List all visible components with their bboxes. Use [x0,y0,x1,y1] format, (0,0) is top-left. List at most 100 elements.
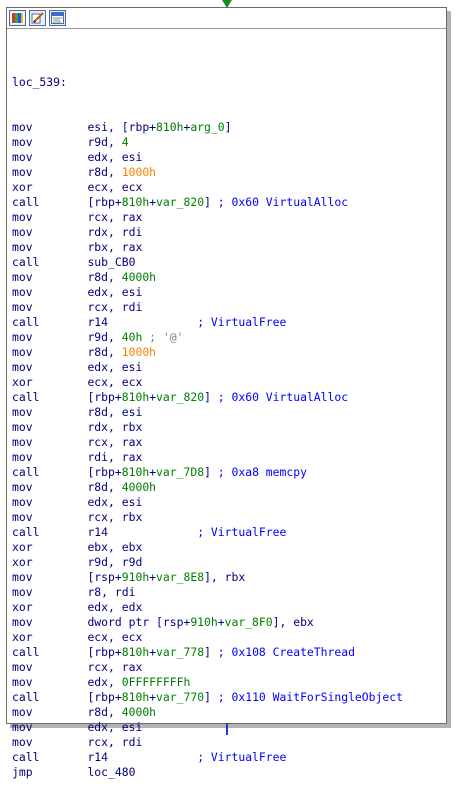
operand-token[interactable]: 910h [122,570,149,584]
instruction-operand[interactable]: rcx, rax [87,210,142,224]
instruction-operand[interactable]: ] [204,465,218,479]
operand-token[interactable]: 4000h [122,480,156,494]
instruction-line[interactable]: mov [rsp+910h+var_8E8], rbx [12,570,446,585]
instruction-line[interactable]: call [rbp+810h+var_820] ; 0x60 VirtualAl… [12,390,446,405]
instruction-operand[interactable]: rdi, rax [87,450,142,464]
instruction-operand[interactable]: [rbp+ [87,195,121,209]
instruction-line[interactable]: xor r9d, r9d [12,555,446,570]
instruction-operand[interactable]: r8d, [87,345,121,359]
instruction-operand[interactable]: [rsp+ [87,570,121,584]
operand-token[interactable]: 910h [190,615,217,629]
operand-token[interactable]: 810h [122,465,149,479]
instruction-line[interactable]: xor ecx, ecx [12,180,446,195]
instruction-operand[interactable]: ] [204,390,218,404]
instruction-operand[interactable]: r9d, [87,330,121,344]
instruction-line[interactable]: mov r9d, 40h ; '@' [12,330,446,345]
instruction-line[interactable]: mov rcx, rdi [12,735,446,750]
instruction-line[interactable]: mov rdx, rdi [12,225,446,240]
instruction-operand[interactable]: r8d, [87,705,121,719]
instruction-operand[interactable]: r8d, [87,165,121,179]
instruction-operand[interactable]: r9d, [87,135,121,149]
instruction-operand[interactable]: rcx, rdi [87,735,142,749]
instruction-operand[interactable]: edx, esi [87,495,142,509]
instruction-operand[interactable]: ] [204,690,218,704]
instruction-operand[interactable]: dword ptr [rsp+ [87,615,190,629]
instruction-operand[interactable]: rcx, rdi [87,300,142,314]
instruction-line[interactable]: mov rcx, rax [12,660,446,675]
instruction-operand[interactable]: r8d, [87,480,121,494]
graph-node[interactable]: loc_539: mov esi, [rbp+810h+arg_0] mov r9… [6,7,447,779]
instruction-line[interactable]: mov r9d, 4 [12,135,446,150]
instruction-line[interactable]: mov edx, 0FFFFFFFFh [12,675,446,690]
instruction-operand[interactable]: edx, edx [87,600,142,614]
instruction-line[interactable]: mov r8, rdi [12,585,446,600]
instruction-line[interactable]: mov rcx, rdi [12,300,446,315]
instruction-operand[interactable]: sub_CB0 [87,255,135,269]
instruction-line[interactable]: mov r8d, 1000h [12,345,446,360]
instruction-operand[interactable]: ], ebx [273,615,314,629]
instruction-line[interactable]: call r14 ; VirtualFree [12,750,446,765]
operand-token[interactable]: 810h [156,120,183,134]
operand-token[interactable]: 4000h [122,705,156,719]
instruction-line[interactable]: mov esi, [rbp+810h+arg_0] [12,120,446,135]
instruction-operand[interactable]: rdx, rbx [87,420,142,434]
instruction-operand[interactable]: ecx, ecx [87,630,142,644]
operand-token[interactable]: var_778 [156,645,204,659]
operand-token[interactable]: 810h [122,645,149,659]
instruction-operand[interactable]: loc_480 [87,765,135,779]
operand-token[interactable]: 1000h [122,165,156,179]
instruction-line[interactable]: xor ecx, ecx [12,375,446,390]
operand-token[interactable]: 40h [122,330,143,344]
color-palette-icon[interactable] [9,10,26,26]
instruction-operand[interactable]: edx, esi [87,720,142,734]
instruction-operand[interactable]: ] [204,645,218,659]
instruction-operand[interactable]: r14 [87,315,197,329]
instruction-line[interactable]: call [rbp+810h+var_770] ; 0x110 WaitForS… [12,690,446,705]
operand-token[interactable]: 4000h [122,270,156,284]
instruction-operand[interactable]: rcx, rax [87,435,142,449]
disassembly-listing[interactable]: loc_539: mov esi, [rbp+810h+arg_0] mov r9… [7,29,446,810]
operand-token[interactable]: 1000h [122,345,156,359]
operand-token[interactable]: var_7D8 [156,465,204,479]
instruction-operand[interactable]: r9d, r9d [87,555,142,569]
instruction-line[interactable]: mov rcx, rax [12,210,446,225]
instruction-operand[interactable]: + [218,615,225,629]
instruction-line[interactable]: mov rcx, rbx [12,510,446,525]
location-label[interactable]: loc_539: [12,75,446,90]
instruction-line[interactable]: mov rbx, rax [12,240,446,255]
instruction-operand[interactable]: ] [225,120,232,134]
instruction-operand[interactable]: edx, [87,675,121,689]
instruction-operand[interactable]: ] [204,195,218,209]
edit-node-icon[interactable] [29,10,46,26]
instruction-operand[interactable]: [rbp+ [87,465,121,479]
instruction-line[interactable]: mov r8d, 1000h [12,165,446,180]
instruction-line[interactable]: mov edx, esi [12,360,446,375]
instruction-line[interactable]: mov rdi, rax [12,450,446,465]
instruction-line[interactable]: call r14 ; VirtualFree [12,525,446,540]
instruction-operand[interactable]: ], rbx [204,570,245,584]
instruction-line[interactable]: mov r8d, esi [12,405,446,420]
instruction-operand[interactable]: rcx, rbx [87,510,142,524]
instruction-line[interactable]: xor edx, edx [12,600,446,615]
instruction-line[interactable]: call [rbp+810h+var_778] ; 0x108 CreateTh… [12,645,446,660]
operand-token[interactable]: var_8F0 [225,615,273,629]
instruction-operand[interactable]: rdx, rdi [87,225,142,239]
instruction-line[interactable]: xor ebx, ebx [12,540,446,555]
instruction-line[interactable]: mov r8d, 4000h [12,270,446,285]
instruction-operand[interactable]: [rbp+ [87,390,121,404]
instruction-line[interactable]: jmp loc_480 [12,765,446,780]
instruction-operand[interactable]: r8d, [87,270,121,284]
instruction-operand[interactable]: esi, [rbp+ [87,120,156,134]
instruction-operand[interactable]: [rbp+ [87,690,121,704]
instruction-line[interactable]: call r14 ; VirtualFree [12,315,446,330]
operand-token[interactable]: ; '@' [142,330,183,344]
instruction-line[interactable]: mov edx, esi [12,720,446,735]
instruction-operand[interactable]: edx, esi [87,360,142,374]
operand-token[interactable]: 810h [122,690,149,704]
instruction-operand[interactable]: r8d, esi [87,405,142,419]
instruction-line[interactable]: mov edx, esi [12,285,446,300]
instruction-line[interactable]: mov r8d, 4000h [12,480,446,495]
instruction-operand[interactable]: edx, esi [87,150,142,164]
instruction-line[interactable]: mov rcx, rax [12,435,446,450]
instruction-line[interactable]: call sub_CB0 [12,255,446,270]
